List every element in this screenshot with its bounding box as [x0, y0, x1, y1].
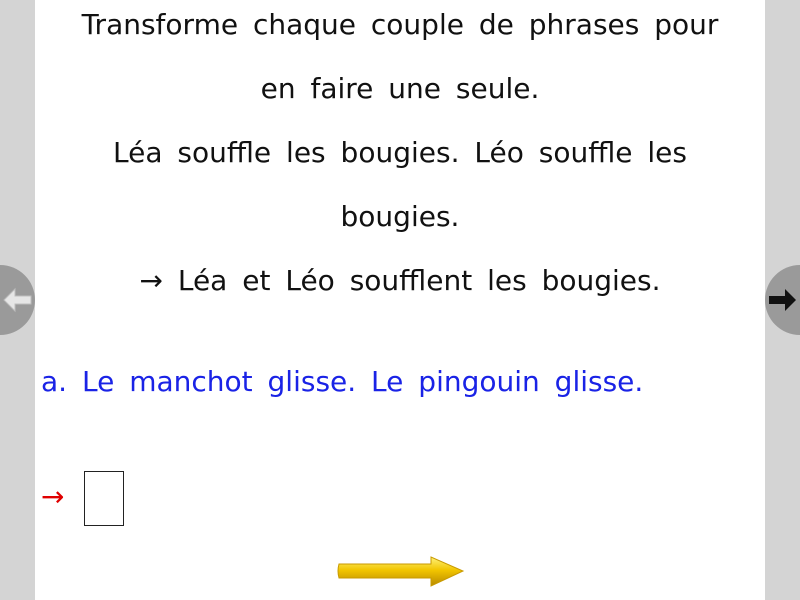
previous-page-button[interactable] — [0, 265, 35, 335]
example-line-1: Léa souffle les bougies. Léo souffle les — [113, 136, 687, 169]
next-page-button[interactable] — [765, 265, 800, 335]
exercise-page: Transforme chaque couple de phrases pour… — [35, 0, 765, 600]
answer-arrow: → — [41, 480, 65, 513]
yellow-arrow-icon — [337, 556, 465, 587]
exercise-question: a. Le manchot glisse. Le pingouin glisse… — [41, 365, 644, 398]
example-answer: → Léa et Léo soufflent les bougies. — [139, 264, 661, 297]
arrow-right-icon — [769, 289, 796, 311]
instruction-line-1: Transforme chaque couple de phrases pour — [81, 8, 719, 41]
next-exercise-button[interactable] — [337, 554, 465, 588]
arrow-left-icon — [3, 287, 32, 313]
instruction-line-2: en faire une seule. — [260, 72, 540, 105]
example-line-2: bougies. — [340, 200, 460, 233]
answer-input-box[interactable] — [84, 471, 124, 526]
